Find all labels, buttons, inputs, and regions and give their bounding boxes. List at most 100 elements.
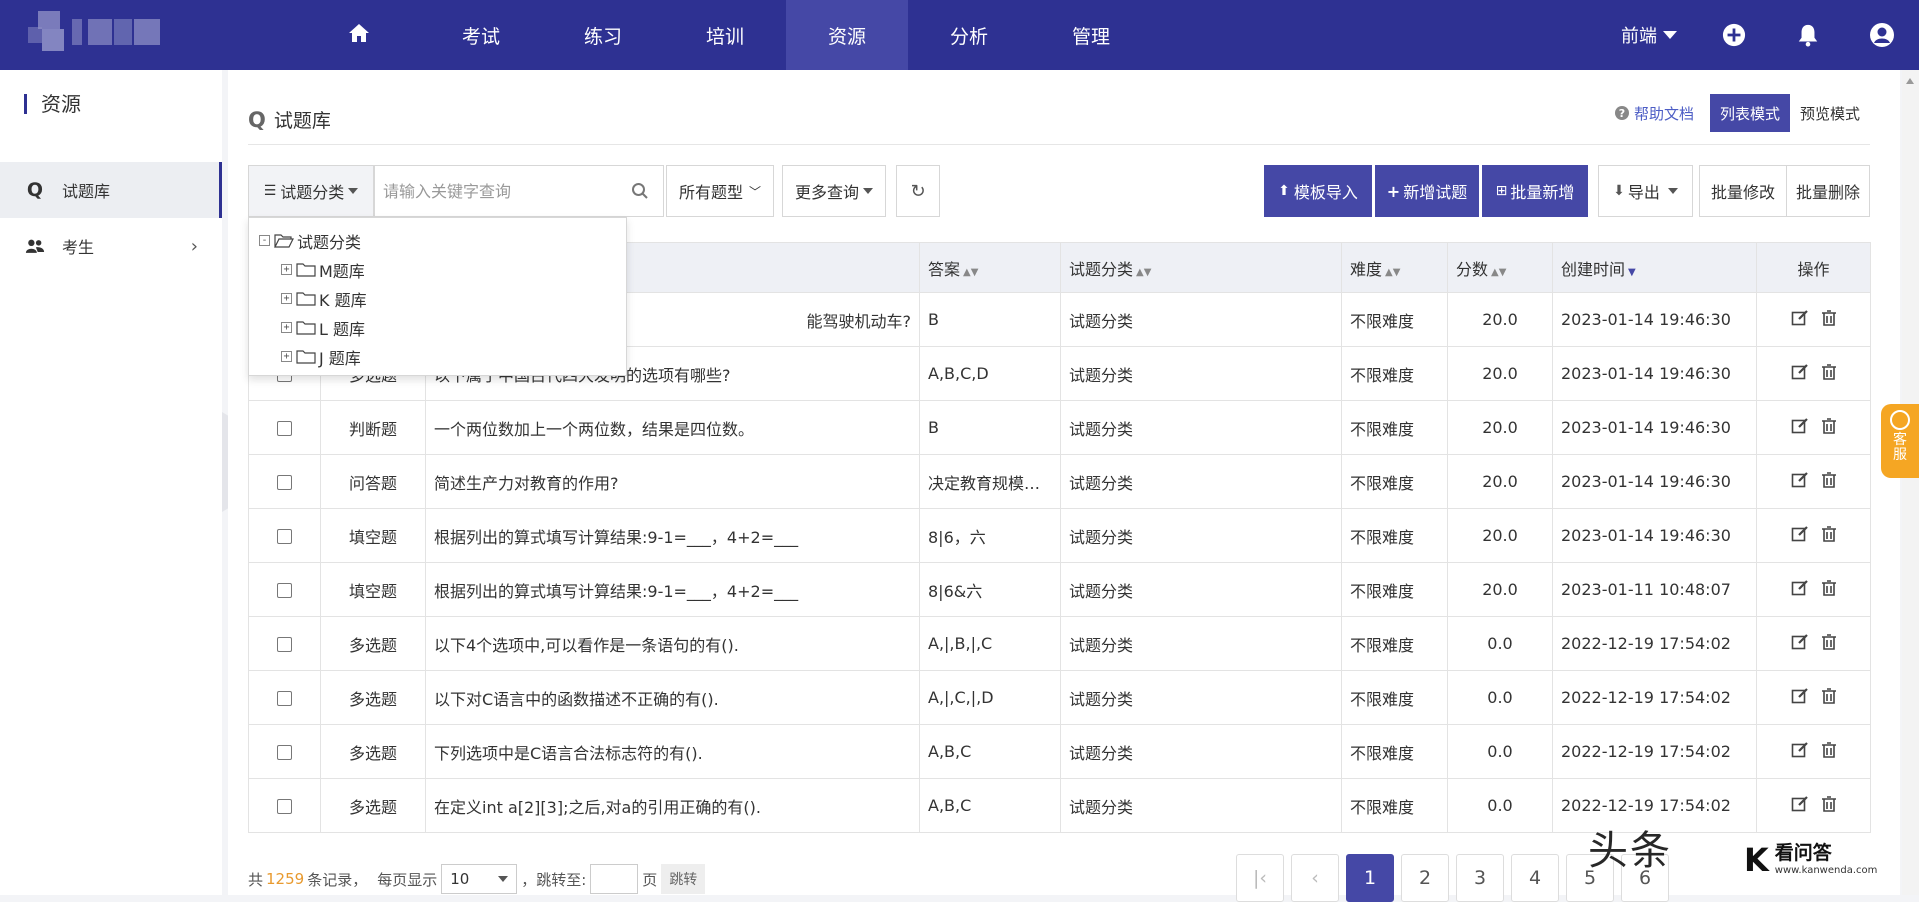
- header-score[interactable]: 分数 ▲▼: [1447, 242, 1553, 293]
- row-select: [248, 616, 321, 671]
- nav-resources[interactable]: 资源: [786, 0, 908, 70]
- trash-icon[interactable]: [1821, 741, 1837, 759]
- list-mode-button[interactable]: 列表模式: [1709, 94, 1790, 132]
- header-answer[interactable]: 答案 ▲▼: [919, 242, 1061, 293]
- cell-difficulty: 不限难度: [1341, 400, 1448, 455]
- tree-node[interactable]: + M题库: [259, 255, 616, 284]
- row-checkbox[interactable]: [277, 421, 292, 436]
- cell-created: 2023-01-14 19:46:30: [1552, 508, 1757, 563]
- trash-icon[interactable]: [1821, 525, 1837, 543]
- table-row[interactable]: 多选题 以下4个选项中,可以看作是一条语句的有(). A,|,B,|,C 试题分…: [248, 616, 1871, 671]
- cell-category: 试题分类: [1060, 670, 1342, 725]
- table-row[interactable]: 填空题 根据列出的算式填写计算结果:9-1=___，4+2=___ 8|6&六 …: [248, 562, 1871, 617]
- header-category[interactable]: 试题分类 ▲▼: [1060, 242, 1342, 293]
- header-difficulty-label: 难度: [1350, 259, 1383, 279]
- scroll-up-icon[interactable]: [1906, 78, 1914, 84]
- cell-type: 判断题: [320, 400, 426, 455]
- nav-analysis[interactable]: 分析: [908, 0, 1030, 70]
- cell-answer: B: [919, 292, 1061, 347]
- trash-icon[interactable]: [1821, 579, 1837, 597]
- trash-icon[interactable]: [1821, 417, 1837, 435]
- help-doc-link[interactable]: ? 帮助文档: [1614, 103, 1694, 124]
- batch-add-button[interactable]: ⊞ 批量新增: [1482, 165, 1588, 217]
- edit-icon[interactable]: [1791, 579, 1809, 597]
- header-difficulty[interactable]: 难度 ▲▼: [1341, 242, 1448, 293]
- edit-icon[interactable]: [1791, 417, 1809, 435]
- nav-training[interactable]: 培训: [664, 0, 786, 70]
- preview-mode-button[interactable]: 预览模式: [1790, 94, 1870, 132]
- more-query-button[interactable]: 更多查询: [782, 165, 886, 217]
- table-row[interactable]: 填空题 根据列出的算式填写计算结果:9-1=___，4+2=___ 8|6，六 …: [248, 508, 1871, 563]
- row-select: [248, 778, 321, 833]
- cell-question: 根据列出的算式填写计算结果:9-1=___，4+2=___: [425, 562, 920, 617]
- add-question-button[interactable]: + 新增试题: [1375, 165, 1479, 217]
- plus-circle-icon[interactable]: [1721, 22, 1747, 48]
- batch-edit-button[interactable]: 批量修改: [1699, 165, 1787, 217]
- cell-created: 2023-01-11 10:48:07: [1552, 562, 1757, 617]
- nav-practice[interactable]: 练习: [542, 0, 664, 70]
- trash-icon[interactable]: [1821, 633, 1837, 651]
- bell-icon[interactable]: [1795, 22, 1821, 48]
- scrollbar[interactable]: [1902, 70, 1919, 895]
- tree-node[interactable]: + J 题库: [259, 342, 616, 371]
- collapse-icon[interactable]: -: [259, 235, 270, 246]
- edit-icon[interactable]: [1791, 741, 1809, 759]
- customer-service-button[interactable]: 客服: [1881, 404, 1919, 478]
- sidebar-item-question-bank[interactable]: Q 试题库: [0, 162, 222, 218]
- watermark-logo-icon: K: [1744, 841, 1769, 879]
- tree-root[interactable]: - 试题分类: [259, 226, 616, 255]
- edit-icon[interactable]: [1791, 363, 1809, 381]
- trash-icon[interactable]: [1821, 363, 1837, 381]
- batch-delete-button[interactable]: 批量删除: [1786, 165, 1870, 217]
- header-created[interactable]: 创建时间 ▼: [1552, 242, 1757, 293]
- table-row[interactable]: 多选题 下列选项中是C语言合法标志符的有(). A,B,C 试题分类 不限难度 …: [248, 724, 1871, 779]
- tree-node[interactable]: + L 题库: [259, 313, 616, 342]
- trash-icon[interactable]: [1821, 795, 1837, 813]
- jump-button[interactable]: 跳转: [661, 864, 706, 894]
- edit-icon[interactable]: [1791, 633, 1809, 651]
- user-icon[interactable]: [1869, 22, 1895, 48]
- template-import-button[interactable]: ⬆ 模板导入: [1264, 165, 1372, 217]
- table-row[interactable]: 判断题 一个两位数加上一个两位数，结果是四位数。 B 试题分类 不限难度 20.…: [248, 400, 1871, 455]
- search-input[interactable]: [383, 181, 623, 201]
- jump-page-input[interactable]: [590, 864, 639, 894]
- trash-icon[interactable]: [1821, 471, 1837, 489]
- help-label: 帮助文档: [1633, 104, 1694, 123]
- edit-icon[interactable]: [1791, 795, 1809, 813]
- row-checkbox[interactable]: [277, 691, 292, 706]
- nav-admin[interactable]: 管理: [1030, 0, 1152, 70]
- tree-node[interactable]: + K 题库: [259, 284, 616, 313]
- tree-node-label: J 题库: [319, 348, 361, 368]
- role-dropdown[interactable]: 前端: [1621, 22, 1677, 48]
- nav-exam[interactable]: 考试: [420, 0, 542, 70]
- expand-icon[interactable]: +: [281, 322, 292, 333]
- expand-icon[interactable]: +: [281, 351, 292, 362]
- edit-icon[interactable]: [1791, 309, 1809, 327]
- category-filter-button[interactable]: ☰ 试题分类: [248, 165, 374, 217]
- row-checkbox[interactable]: [277, 583, 292, 598]
- row-checkbox[interactable]: [277, 745, 292, 760]
- table-row[interactable]: 问答题 简述生产力对教育的作用? 决定教育规模和... 试题分类 不限难度 20…: [248, 454, 1871, 509]
- per-page-select[interactable]: 10: [441, 864, 518, 894]
- search-icon[interactable]: [631, 182, 649, 200]
- row-checkbox[interactable]: [277, 529, 292, 544]
- table-row[interactable]: 多选题 以下对C语言中的函数描述不正确的有(). A,|,C,|,D 试题分类 …: [248, 670, 1871, 725]
- expand-icon[interactable]: +: [281, 264, 292, 275]
- reset-button[interactable]: ↻: [896, 165, 940, 217]
- row-checkbox[interactable]: [277, 799, 292, 814]
- row-checkbox[interactable]: [277, 637, 292, 652]
- row-checkbox[interactable]: [277, 475, 292, 490]
- trash-icon[interactable]: [1821, 687, 1837, 705]
- expand-icon[interactable]: +: [281, 293, 292, 304]
- nav-home[interactable]: [298, 0, 420, 70]
- cell-type: 多选题: [320, 670, 426, 725]
- logo[interactable]: [28, 5, 166, 57]
- edit-icon[interactable]: [1791, 687, 1809, 705]
- trash-icon[interactable]: [1821, 309, 1837, 327]
- edit-icon[interactable]: [1791, 471, 1809, 489]
- question-type-select[interactable]: 所有题型 ﹀: [666, 165, 774, 217]
- edit-icon[interactable]: [1791, 525, 1809, 543]
- sidebar-item-examinees[interactable]: 考生 ›: [0, 218, 222, 274]
- export-button[interactable]: ⬇ 导出: [1598, 165, 1693, 217]
- toolbar: ☰ 试题分类 所有题型 ﹀ 更多查询 ↻ ⬆ 模板导入 + 新增试题 ⊞: [248, 165, 1870, 217]
